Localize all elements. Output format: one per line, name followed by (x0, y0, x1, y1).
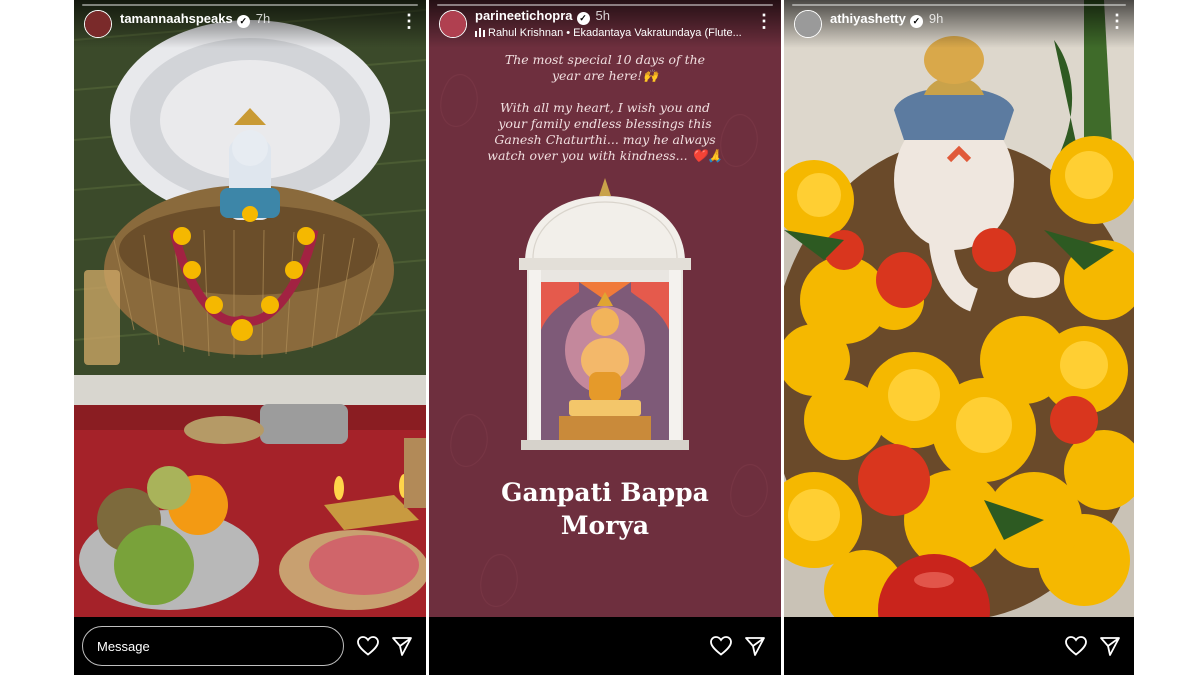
story-progress-bar (437, 4, 773, 6)
story-username[interactable]: tamannaahspeaks ✓ 7h (120, 11, 270, 28)
story-music[interactable]: Rahul Krishnan • Ekadantaya Vakratundaya… (475, 27, 742, 39)
story-username[interactable]: athiyashetty ✓ 9h (830, 11, 943, 28)
story-reply-bar (74, 617, 426, 675)
heart-icon[interactable] (1064, 634, 1088, 658)
story-header: tamannaahspeaks ✓ 7h ⋮ (74, 0, 426, 48)
story-photo-ganesha-altar (74, 0, 426, 617)
story-time: 7h (255, 11, 271, 26)
story-progress-bar (82, 4, 418, 6)
verified-badge-icon: ✓ (236, 15, 250, 28)
story-greeting: Ganpati Bappa Morya (501, 478, 709, 540)
story-reply-bar (784, 617, 1134, 675)
send-icon[interactable] (390, 634, 414, 658)
avatar[interactable] (439, 10, 467, 38)
story-tamannaahspeaks[interactable]: tamannaahspeaks ✓ 7h ⋮ (74, 0, 426, 675)
send-icon[interactable] (743, 634, 767, 658)
story-parineetichopra[interactable]: The most special 10 days of the year are… (429, 0, 781, 675)
more-options-icon[interactable]: ⋮ (400, 10, 418, 32)
send-icon[interactable] (1098, 634, 1122, 658)
story-time: 5h (595, 8, 610, 23)
story-reply-bar (429, 617, 781, 675)
story-header: athiyashetty ✓ 9h ⋮ (784, 0, 1134, 48)
music-bars-icon (475, 28, 485, 37)
story-header: parineetichopra ✓ 5h Rahul Krishnan • Ekad… (429, 0, 781, 48)
avatar[interactable] (794, 10, 822, 38)
story-progress-bar (792, 4, 1126, 6)
more-options-icon[interactable]: ⋮ (1108, 10, 1126, 32)
story-username[interactable]: parineetichopra ✓ 5h (475, 8, 610, 25)
story-wish-text: The most special 10 days of the year are… (487, 52, 723, 163)
avatar[interactable] (84, 10, 112, 38)
message-input[interactable] (82, 626, 344, 666)
story-time: 9h (928, 11, 944, 26)
verified-badge-icon: ✓ (909, 15, 923, 28)
heart-icon[interactable] (356, 634, 380, 658)
verified-badge-icon: ✓ (576, 12, 590, 25)
story-card-ganesh-chaturthi: The most special 10 days of the year are… (429, 0, 781, 617)
heart-icon[interactable] (709, 634, 733, 658)
more-options-icon[interactable]: ⋮ (755, 10, 773, 32)
story-photo-ganesha-marigolds (784, 0, 1134, 617)
story-athiyashetty[interactable]: athiyashetty ✓ 9h ⋮ (784, 0, 1134, 675)
